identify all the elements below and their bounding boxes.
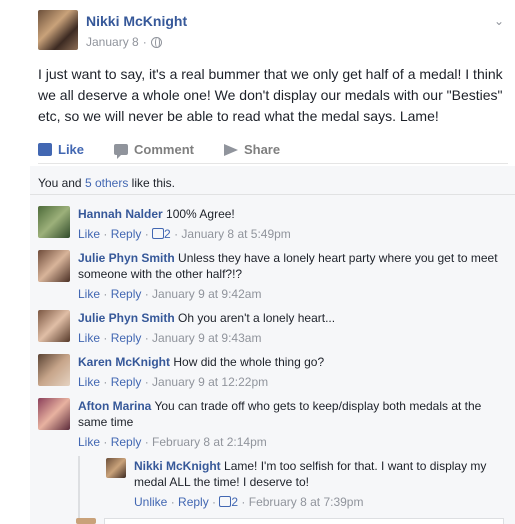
avatar[interactable] — [38, 250, 70, 282]
sep: · — [141, 287, 153, 301]
comment-reply-link[interactable]: Reply — [111, 287, 142, 301]
avatar[interactable] — [38, 398, 70, 430]
post-meta: January 8 · — [86, 35, 162, 49]
sep: · — [208, 495, 220, 509]
sep: · — [100, 331, 111, 345]
thumbs-up-icon — [152, 228, 165, 239]
avatar[interactable] — [38, 10, 78, 50]
share-button[interactable]: Share — [223, 142, 281, 157]
reply-thread-line — [78, 456, 80, 524]
likes-others-link[interactable]: 5 others — [85, 176, 128, 190]
likes-prefix: You and — [38, 176, 85, 190]
sep: · — [170, 227, 182, 241]
comment-reply-link[interactable]: Reply — [111, 227, 142, 241]
avatar[interactable] — [38, 354, 70, 386]
comment-time[interactable]: January 8 at 5:49pm — [181, 227, 290, 241]
comment-time[interactable]: January 9 at 12:22pm — [152, 375, 268, 389]
sep: · — [141, 331, 153, 345]
like-button[interactable]: Like — [38, 142, 84, 157]
comment-label: Comment — [134, 142, 194, 157]
globe-icon — [150, 36, 162, 48]
avatar[interactable] — [106, 458, 126, 478]
chevron-down-icon[interactable]: ⌄ — [494, 14, 504, 28]
post-author[interactable]: Nikki McKnight — [86, 13, 187, 29]
reply-links: Unlike · Reply · 2 · February 8 at 7:39p… — [134, 494, 504, 510]
post-header: Nikki McKnight January 8 · ⌄ — [38, 10, 508, 54]
comment-like-link[interactable]: Like — [78, 435, 100, 449]
comment-links: Like · Reply · 2 · January 8 at 5:49pm — [78, 226, 508, 242]
comment-author[interactable]: Hannah Nalder — [78, 207, 163, 221]
post-card: Nikki McKnight January 8 · ⌄ I just want… — [0, 0, 515, 524]
comment-reply-link[interactable]: Reply — [111, 375, 142, 389]
share-icon — [223, 143, 238, 156]
divider — [30, 194, 515, 195]
unlike-link[interactable]: Unlike — [134, 495, 167, 509]
comment-text: How did the whole thing go? — [173, 355, 325, 369]
sep: · — [167, 495, 179, 509]
comment-like-link[interactable]: Like — [78, 331, 100, 345]
reply-author[interactable]: Nikki McKnight — [134, 459, 221, 473]
avatar[interactable] — [76, 518, 96, 524]
comment-icon — [114, 144, 129, 159]
reply-time[interactable]: February 8 at 7:39pm — [249, 495, 364, 509]
post-text: I just want to say, it's a real bummer t… — [38, 66, 503, 124]
comment-like-link[interactable]: Like — [78, 227, 100, 241]
post-date[interactable]: January 8 — [86, 35, 139, 49]
sep: · — [141, 435, 153, 449]
comment-time[interactable]: February 8 at 2:14pm — [152, 435, 267, 449]
avatar[interactable] — [38, 206, 70, 238]
comment-like-link[interactable]: Like — [78, 287, 100, 301]
avatar[interactable] — [38, 310, 70, 342]
comment-button[interactable]: Comment — [114, 142, 194, 159]
sep: · — [100, 287, 111, 301]
comment-links: Like · Reply · January 9 at 9:43am — [78, 330, 508, 346]
comments-section: You and 5 others like this. Hannah Nalde… — [30, 166, 515, 524]
like-label: Like — [58, 142, 85, 157]
comment-author[interactable]: Julie Phyn Smith — [78, 251, 175, 265]
comment-time[interactable]: January 9 at 9:43am — [152, 331, 261, 345]
meta-separator: · — [142, 35, 147, 49]
post-actions: Like Comment Share — [38, 136, 508, 164]
likes-suffix: like this. — [128, 176, 175, 190]
comment-author[interactable]: Karen McKnight — [78, 355, 170, 369]
comment-like-link[interactable]: Like — [78, 375, 100, 389]
reply-link[interactable]: Reply — [178, 495, 209, 509]
sep: · — [100, 435, 111, 449]
likes-summary: You and 5 others like this. — [38, 176, 175, 190]
share-label: Share — [243, 142, 281, 157]
comment-reply-link[interactable]: Reply — [111, 331, 142, 345]
sep: · — [238, 495, 249, 509]
comment-links: Like · Reply · January 9 at 9:42am — [78, 286, 508, 302]
thumbs-up-icon — [219, 496, 232, 507]
comment-author[interactable]: Afton Marina — [78, 399, 151, 413]
comment-links: Like · Reply · January 9 at 12:22pm — [78, 374, 508, 390]
comment-reply-link[interactable]: Reply — [111, 435, 142, 449]
reply-input[interactable] — [104, 518, 504, 524]
sep: · — [141, 375, 153, 389]
comment-text: Oh you aren't a lonely heart... — [178, 311, 336, 325]
sep: · — [141, 227, 153, 241]
sep: · — [100, 375, 111, 389]
comment-links: Like · Reply · February 8 at 2:14pm — [78, 434, 498, 450]
comment-text: 100% Agree! — [166, 207, 235, 221]
sep: · — [100, 227, 111, 241]
comment-author[interactable]: Julie Phyn Smith — [78, 311, 175, 325]
comment-time[interactable]: January 9 at 9:42am — [152, 287, 261, 301]
comment-like-count[interactable]: 2 — [164, 227, 171, 241]
thumbs-up-icon — [38, 143, 52, 156]
